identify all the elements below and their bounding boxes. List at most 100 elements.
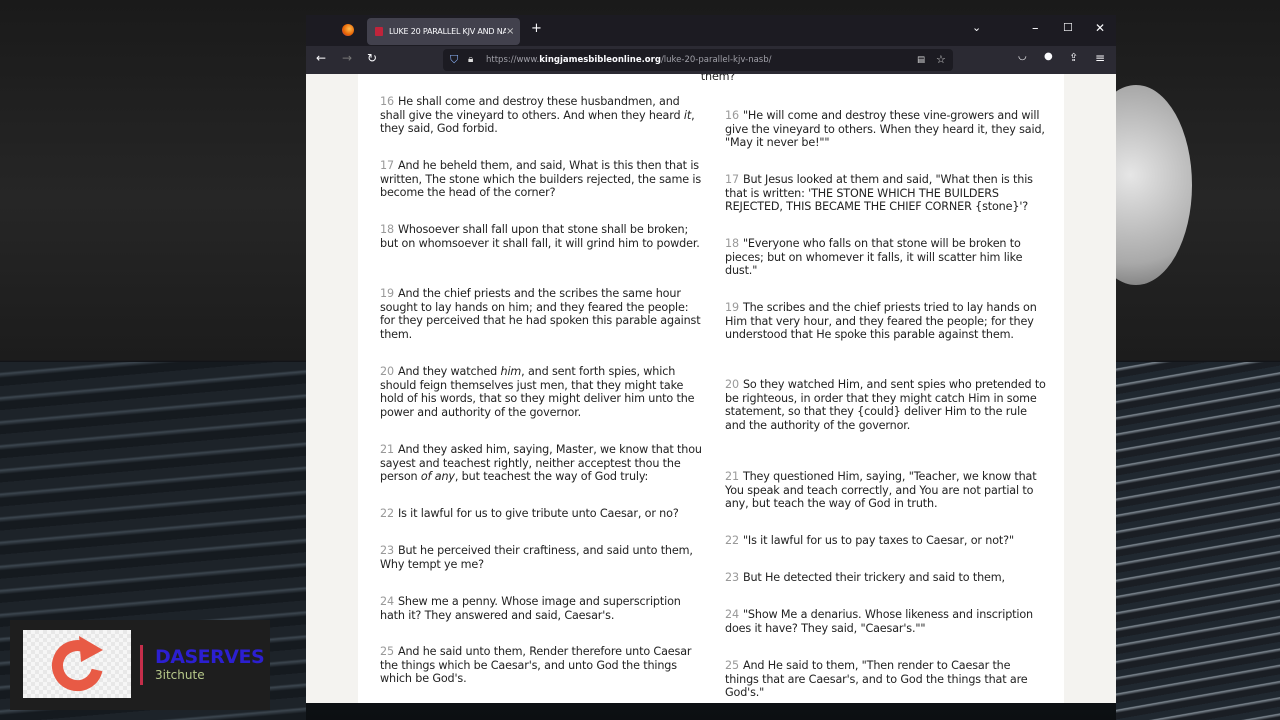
verse-number: 24 — [725, 608, 739, 621]
verse-text: , but teachest the way of God truly: — [454, 470, 649, 484]
url-prefix: https://www. — [486, 55, 540, 65]
verse-text: Whosoever shall fall upon that stone sha… — [380, 223, 700, 250]
ocean-image — [1116, 362, 1280, 720]
kjv-verse-20: 20 And they watched him, and sent forth s… — [380, 365, 702, 419]
divider — [140, 645, 143, 685]
verse-number: 25 — [725, 659, 739, 672]
verse-text: But Jesus looked at them and said, "What… — [725, 173, 1033, 214]
nasb-verse-18: 18 "Everyone who falls on that stone will… — [725, 237, 1047, 278]
firefox-icon[interactable] — [342, 24, 354, 36]
verse-number: 18 — [725, 237, 739, 250]
new-tab-icon[interactable]: + — [531, 21, 542, 36]
forward-icon[interactable]: → — [342, 51, 352, 65]
nasb-verse-22: 22 "Is it lawful for us to pay taxes to C… — [725, 534, 1047, 548]
nasb-verse-25: 25 And He said to them, "Then render to C… — [725, 659, 1047, 700]
verse-text: But he perceived their craftiness, and s… — [380, 544, 693, 571]
verse-text: And he said unto them, Render therefore … — [380, 645, 692, 686]
kjv-verse-25: 25 And he said unto them, Render therefor… — [380, 645, 702, 686]
verse-text: of any — [420, 470, 455, 484]
url-bar[interactable]: ⛉ 🔒︎ https://www.kingjamesbibleonline.or… — [443, 49, 953, 71]
extensions-puzzle-icon[interactable]: ⇪ — [1069, 51, 1078, 64]
reader-view-icon[interactable]: ▤ — [917, 49, 925, 71]
nav-bar: ← → ↻ ⛉ 🔒︎ https://www.kingjamesbibleonl… — [306, 46, 1116, 74]
minimize-icon[interactable]: – — [1032, 21, 1039, 36]
verse-number: 22 — [380, 507, 394, 520]
nasb-verse-16: 16 "He will come and destroy these vine-g… — [725, 109, 1047, 150]
verse-number: 19 — [380, 287, 394, 300]
favicon-icon — [375, 27, 383, 36]
verse-text: And He said to them, "Then render to Cae… — [725, 659, 1028, 700]
verse-number: 19 — [725, 301, 739, 314]
tab-title: LUKE 20 PARALLEL KJV AND NASB — [389, 27, 506, 36]
verse-text: Is it lawful for us to give tribute unto… — [397, 507, 679, 520]
refresh-arrow-icon — [52, 636, 103, 692]
page-content: them? 16 He shall come and destroy these … — [306, 74, 1116, 703]
nasb-verse-17: 17 But Jesus looked at them and said, "Wh… — [725, 173, 1047, 214]
brand-sub: 3itchute — [155, 668, 205, 682]
verse-number: 20 — [380, 365, 394, 378]
verse-text: The scribes and the chief priests tried … — [725, 301, 1037, 342]
pocket-icon[interactable]: ◡ — [1018, 51, 1027, 62]
verse-number: 18 — [380, 223, 394, 236]
verse-number: 24 — [380, 595, 394, 608]
menu-icon[interactable]: ≡ — [1095, 51, 1105, 65]
kjv-verse-24: 24 Shew me a penny. Whose image and super… — [380, 595, 702, 622]
tab-bar: LUKE 20 PARALLEL KJV AND NASB × + ⌄ – ☐ … — [306, 15, 1116, 46]
url-domain: kingjamesbibleonline.org — [539, 55, 661, 65]
url-path: /luke-20-parallel-kjv-nasb/ — [660, 55, 772, 65]
list-tabs-chevron-icon[interactable]: ⌄ — [972, 21, 981, 34]
reload-icon[interactable]: ↻ — [367, 51, 377, 65]
verse-text: "He will come and destroy these vine-gro… — [725, 109, 1045, 150]
lock-icon[interactable]: 🔒︎ — [468, 49, 473, 71]
verse-text: So they watched Him, and sent spies who … — [725, 378, 1046, 432]
verse-text: And they watched — [397, 365, 501, 378]
nasb-verse-21: 21 They questioned Him, saying, "Teacher,… — [725, 470, 1047, 511]
shield-icon[interactable]: ⛉ — [450, 49, 458, 71]
verse-text: And he beheld them, and said, What is th… — [380, 159, 701, 200]
nasb-verse-19: 19 The scribes and the chief priests trie… — [725, 301, 1047, 342]
verse-number: 21 — [725, 470, 739, 483]
kjv-verse-19: 19 And the chief priests and the scribes … — [380, 287, 702, 341]
verse-text: They questioned Him, saying, "Teacher, w… — [725, 470, 1037, 511]
back-icon[interactable]: ← — [316, 51, 326, 65]
close-tab-icon[interactable]: × — [506, 26, 520, 37]
verse-number: 17 — [380, 159, 394, 172]
kjv-verse-21: 21 And they asked him, saying, Master, we… — [380, 443, 702, 484]
verse-text: him — [500, 365, 522, 378]
verse-number: 23 — [725, 571, 739, 584]
verse-number: 25 — [380, 645, 394, 658]
close-window-icon[interactable]: ✕ — [1095, 21, 1105, 35]
verse-text: it — [683, 108, 692, 122]
brand-name: DASERVES — [155, 646, 265, 668]
kjv-verse-17: 17 And he beheld them, and said, What is … — [380, 159, 702, 200]
maximize-icon[interactable]: ☐ — [1063, 21, 1073, 34]
kjv-verse-23: 23 But he perceived their craftiness, and… — [380, 544, 702, 571]
verse-text: And the chief priests and the scribes th… — [380, 287, 701, 341]
nasb-verse-20: 20 So they watched Him, and sent spies wh… — [725, 378, 1047, 432]
verse-number: 16 — [725, 109, 739, 122]
verse-text: He shall come and destroy these husbandm… — [380, 95, 684, 122]
verse-text: Shew me a penny. Whose image and supersc… — [380, 595, 681, 622]
logo-image — [23, 630, 131, 698]
kjv-verse-22: 22 Is it lawful for us to give tribute un… — [380, 507, 702, 521]
verse-number: 21 — [380, 443, 394, 456]
verse-text: "Is it lawful for us to pay taxes to Cae… — [742, 534, 1014, 547]
verse-text: "Show Me a denarius. Whose likeness and … — [725, 608, 1034, 635]
verse-number: 20 — [725, 378, 739, 391]
channel-overlay: DASERVES 3itchute — [10, 620, 270, 710]
kjv-verse-18: 18 Whosoever shall fall upon that stone s… — [380, 223, 702, 250]
browser-window: LUKE 20 PARALLEL KJV AND NASB × + ⌄ – ☐ … — [306, 15, 1116, 703]
verse-text: "Everyone who falls on that stone will b… — [725, 237, 1023, 278]
nasb-verse-24: 24 "Show Me a denarius. Whose likeness an… — [725, 608, 1047, 635]
bookmark-star-icon[interactable]: ☆ — [936, 49, 946, 71]
verse-number: 17 — [725, 173, 739, 186]
kjv-verse-16: 16 He shall come and destroy these husban… — [380, 95, 702, 136]
content-column: them? 16 He shall come and destroy these … — [358, 74, 1064, 703]
tab-active[interactable]: LUKE 20 PARALLEL KJV AND NASB × — [367, 18, 520, 45]
nasb-verse-15-tail: them? — [700, 74, 736, 83]
verse-text: But He detected their trickery and said … — [742, 571, 1005, 584]
verse-number: 23 — [380, 544, 394, 557]
extension-icon[interactable]: ● — [1044, 51, 1053, 62]
verse-number: 16 — [380, 95, 394, 108]
verse-number: 22 — [725, 534, 739, 547]
